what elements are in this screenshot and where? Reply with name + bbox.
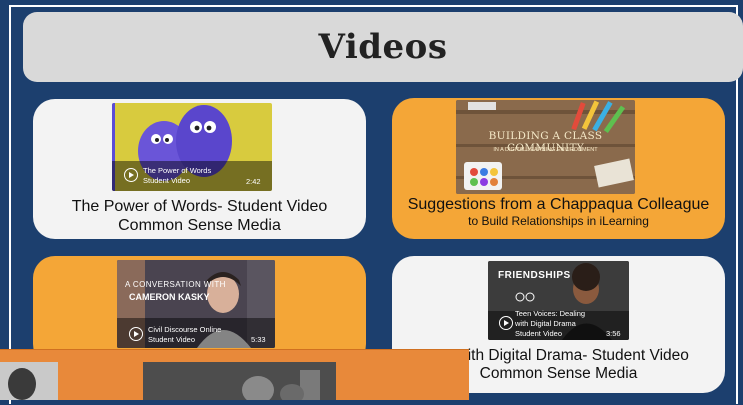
video-duration: 5:33 <box>251 335 266 344</box>
video-thumbnail[interactable]: BUILDING A CLASS COMMUNITY IN A DIGITAL … <box>456 100 635 194</box>
play-icon[interactable] <box>499 316 513 330</box>
video-title: The Power of Words <box>143 166 212 175</box>
page-header: Videos <box>23 12 743 82</box>
video-card-power-of-words[interactable]: The Power of Words Student Video 2:42 Th… <box>33 99 366 239</box>
play-icon[interactable] <box>129 327 143 341</box>
video-duration: 2:42 <box>246 177 261 186</box>
card-caption-source: Common Sense Media <box>118 217 281 234</box>
card-caption: The Power of Words- Student Video <box>71 198 328 215</box>
card-caption-detail: to Build Relationships in iLearning <box>468 214 649 228</box>
video-thumbnail[interactable]: The Power of Words Student Video 2:42 <box>112 103 272 191</box>
video-title: Teen Voices: Dealing with Digital Drama <box>515 309 586 328</box>
overlapping-video-card[interactable] <box>0 349 469 404</box>
video-subtitle: Student Video <box>148 335 195 344</box>
overlapping-thumbnails <box>0 362 336 404</box>
video-duration: 3:56 <box>606 329 621 338</box>
video-subtitle: Student Video <box>143 176 190 185</box>
thumbnail-subtitle: IN A DIGITAL LEARNING ENVIRONMENT <box>493 147 598 153</box>
thumbnail-word: FRIENDSHIPS <box>498 270 571 281</box>
page-title: Videos <box>318 27 448 67</box>
video-card-chappaqua-colleague[interactable]: BUILDING A CLASS COMMUNITY IN A DIGITAL … <box>392 98 725 239</box>
video-thumbnail[interactable]: FRIENDSHIPS Teen Voices: Dealing with Di… <box>488 261 629 340</box>
thumbnail-line1: A CONVERSATION WITH <box>125 280 226 289</box>
card-caption: Suggestions from a Chappaqua Colleague <box>407 196 710 213</box>
video-thumbnail[interactable]: A CONVERSATION WITH CAMERON KASKY Civil … <box>117 260 275 348</box>
thumbnail-line2: CAMERON KASKY <box>129 292 210 302</box>
play-icon[interactable] <box>124 168 138 182</box>
video-title: Civil Discourse Online <box>148 325 222 334</box>
video-subtitle: Student Video <box>515 329 562 338</box>
